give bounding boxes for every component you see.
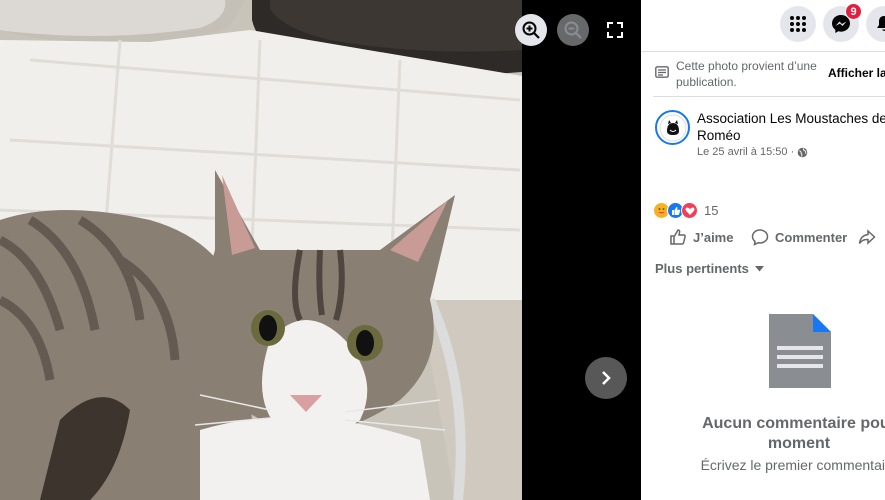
globe-icon	[797, 147, 808, 157]
post-actions: J’aime Commenter	[641, 228, 885, 250]
reactions-summary[interactable]: 15	[653, 202, 718, 219]
author-name-line2[interactable]: Roméo	[697, 128, 741, 143]
caret-down-icon	[754, 265, 764, 271]
zoom-out-icon	[564, 21, 582, 39]
post-meta: Le 25 avril à 15:50 ·	[697, 146, 808, 158]
top-bar: 9	[641, 0, 885, 52]
bell-icon	[877, 16, 885, 31]
page-avatar[interactable]	[655, 110, 690, 145]
next-photo-button[interactable]	[585, 357, 627, 399]
comment-icon	[751, 229, 769, 246]
post-icon	[655, 66, 669, 78]
divider	[653, 96, 885, 97]
document-icon	[769, 314, 831, 388]
comment-label: Commenter	[775, 229, 848, 245]
fullscreen-button[interactable]	[599, 14, 631, 46]
messenger-badge: 9	[845, 3, 862, 20]
post-date[interactable]: Le 25 avril à 15:50 ·	[697, 146, 794, 158]
thumbs-up-icon	[670, 229, 686, 245]
zoom-out-button[interactable]	[557, 14, 589, 46]
cat-photo	[0, 0, 522, 500]
side-panel: 9 Cette photo provient d’une publication…	[641, 0, 885, 500]
chevron-right-icon	[602, 371, 611, 385]
no-comments-title: Aucun commentaire pour moment	[702, 415, 885, 452]
notice-text: Cette photo provient d’une publication.	[676, 59, 817, 89]
fullscreen-icon	[607, 22, 623, 38]
like-button[interactable]: J’aime	[669, 228, 733, 246]
reactions-count: 15	[704, 203, 719, 218]
comment-button[interactable]: Commenter	[751, 228, 847, 246]
share-icon	[858, 229, 876, 245]
photo-source-notice: Cette photo provient d’une publication. …	[655, 58, 885, 92]
grid-menu-icon	[790, 16, 806, 32]
share-button[interactable]	[858, 228, 876, 246]
menu-button[interactable]	[780, 6, 816, 42]
like-label: J’aime	[693, 229, 734, 245]
page-logo-icon	[659, 114, 686, 141]
zoom-in-icon	[522, 21, 540, 39]
notifications-button[interactable]	[866, 6, 885, 42]
love-reaction-icon	[681, 202, 698, 219]
no-comments-subtitle: Écrivez le premier commentaire	[700, 457, 885, 473]
sort-label: Plus pertinents	[655, 261, 749, 276]
photo-viewer	[0, 0, 641, 500]
comment-sort-dropdown[interactable]: Plus pertinents	[655, 261, 764, 276]
zoom-in-button[interactable]	[515, 14, 547, 46]
view-post-link[interactable]: Afficher la p	[828, 66, 885, 80]
author-name[interactable]: Association Les Moustaches de	[697, 110, 885, 127]
